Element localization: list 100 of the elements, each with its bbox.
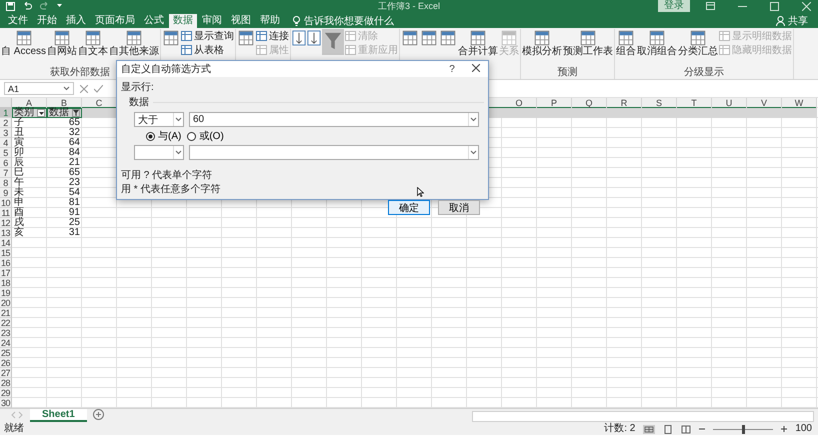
ribbon-button[interactable]: 合并计算 (458, 29, 498, 57)
ribbon-tab[interactable]: 插入 (62, 14, 90, 28)
zoom-out-icon[interactable] (699, 426, 706, 432)
ribbon-button[interactable]: 从表格 (181, 43, 234, 56)
row-header[interactable]: 28 (0, 378, 12, 388)
ribbon-button[interactable]: 模拟分析 (522, 29, 562, 57)
row-header[interactable]: 21 (0, 308, 12, 318)
filter-dropdown-button[interactable] (37, 109, 45, 117)
ribbon-tab[interactable]: 文件 (4, 14, 32, 28)
lightbulb-icon (293, 16, 300, 26)
ribbon-button[interactable]: 自网站 (47, 29, 78, 57)
ribbon-tab[interactable]: 公式 (140, 14, 168, 28)
row-header[interactable]: 7 (0, 168, 12, 178)
operator-dropdown[interactable]: 大于 (134, 112, 184, 127)
redo-icon[interactable] (40, 2, 49, 10)
row-header[interactable]: 8 (0, 178, 12, 188)
table-icon (345, 44, 356, 54)
logic-radio[interactable]: 与(A) (146, 129, 182, 143)
row-header[interactable]: 22 (0, 318, 12, 328)
row-header[interactable]: 17 (0, 268, 12, 278)
sign-in-button[interactable]: 登录 (658, 0, 690, 12)
row-header[interactable]: 29 (0, 388, 12, 398)
ribbon-button[interactable] (420, 29, 438, 47)
ribbon-button[interactable]: 组合 (616, 29, 636, 57)
row-header[interactable]: 26 (0, 358, 12, 368)
maximize-icon[interactable] (770, 2, 778, 10)
tell-me-field[interactable]: 告诉我你想要做什么 (304, 14, 394, 28)
row-header[interactable]: 5 (0, 148, 12, 158)
add-sheet-icon[interactable] (92, 409, 104, 420)
ribbon-button[interactable]: 自 Access (1, 29, 46, 57)
ribbon-button[interactable]: 显示查询 (181, 29, 234, 42)
ribbon-button[interactable]: 自文本 (78, 29, 108, 57)
table-cell-text: 32 (68, 128, 81, 138)
page-layout-icon[interactable] (663, 424, 674, 434)
normal-view-icon[interactable] (643, 424, 656, 434)
ribbon-tab[interactable]: 页面布局 (91, 14, 139, 28)
ribbon-button[interactable]: 自其他来源 (109, 29, 160, 57)
table-cell-text: 91 (68, 208, 81, 218)
dialog-button[interactable]: 确定 (388, 200, 430, 215)
ribbon-button[interactable]: 取消组合 (637, 29, 678, 57)
status-text: 就绪 (4, 423, 24, 435)
name-box[interactable]: A1 (4, 82, 74, 95)
row-header[interactable]: 18 (0, 278, 12, 288)
customize-icon[interactable] (57, 4, 62, 8)
row-header[interactable]: 16 (0, 258, 12, 268)
zoom-level: 100 (795, 423, 812, 435)
row-header[interactable]: 13 (0, 228, 12, 238)
sort-icon[interactable] (292, 29, 306, 47)
share-button[interactable]: 共享 (770, 14, 814, 28)
operator-dropdown[interactable] (134, 145, 184, 160)
save-icon[interactable] (6, 2, 15, 10)
ribbon-display-icon[interactable] (706, 2, 714, 10)
ribbon-button[interactable] (237, 29, 256, 47)
row-header[interactable]: 4 (0, 138, 12, 148)
value-field[interactable] (189, 145, 479, 160)
row-header[interactable]: 25 (0, 348, 12, 358)
ribbon-button[interactable]: 连接 (256, 29, 290, 42)
ribbon-button[interactable] (439, 29, 458, 47)
row-header[interactable]: 10 (0, 198, 12, 208)
ribbon-tab[interactable]: 审阅 (198, 14, 226, 28)
logic-radio[interactable]: 或(O) (187, 129, 224, 143)
page-break-icon[interactable] (681, 424, 692, 434)
zoom-in-icon[interactable] (781, 426, 788, 432)
row-header[interactable]: 9 (0, 188, 12, 198)
row-header[interactable]: 24 (0, 338, 12, 348)
ribbon-tab[interactable]: 开始 (33, 14, 61, 28)
row-header[interactable]: 19 (0, 288, 12, 298)
row-header[interactable]: 23 (0, 328, 12, 338)
sheet-tab[interactable]: Sheet1 (30, 409, 87, 422)
ribbon-tab[interactable]: 数据 (169, 14, 197, 28)
row-header[interactable]: 30 (0, 398, 12, 408)
horizontal-scrollbar[interactable] (472, 411, 814, 422)
value-field[interactable]: 60 (189, 112, 479, 127)
dialog-button[interactable]: 取消 (438, 200, 480, 215)
filter-button[interactable] (322, 29, 344, 55)
close-icon[interactable] (802, 2, 810, 10)
dialog-label: 显示行: (121, 81, 154, 94)
check-icon[interactable] (94, 84, 103, 92)
row-header[interactable]: 27 (0, 368, 12, 378)
ribbon-tab[interactable]: 帮助 (256, 14, 284, 28)
row-header[interactable]: 20 (0, 298, 12, 308)
filter-dropdown-button[interactable] (72, 109, 80, 117)
ribbon-tab[interactable]: 视图 (227, 14, 255, 28)
row-header[interactable]: 12 (0, 218, 12, 228)
close-icon (472, 64, 480, 72)
row-header[interactable]: 6 (0, 158, 12, 168)
ribbon-button[interactable]: 分类汇总 (678, 29, 718, 57)
ribbon-button[interactable]: 预测工作表 (563, 29, 614, 57)
ribbon-button[interactable] (401, 29, 420, 47)
row-header[interactable]: 3 (0, 128, 12, 138)
undo-icon[interactable] (23, 2, 32, 10)
ribbon-button[interactable] (162, 29, 180, 47)
sort-icon[interactable] (307, 29, 322, 47)
row-header[interactable]: 11 (0, 208, 12, 218)
table-cell-text: 31 (68, 228, 81, 238)
cancel-icon[interactable] (80, 84, 88, 92)
help-button[interactable]: ? (440, 62, 464, 76)
row-header[interactable]: 2 (0, 118, 12, 128)
row-header[interactable]: 15 (0, 248, 12, 258)
row-header[interactable]: 14 (0, 238, 12, 248)
